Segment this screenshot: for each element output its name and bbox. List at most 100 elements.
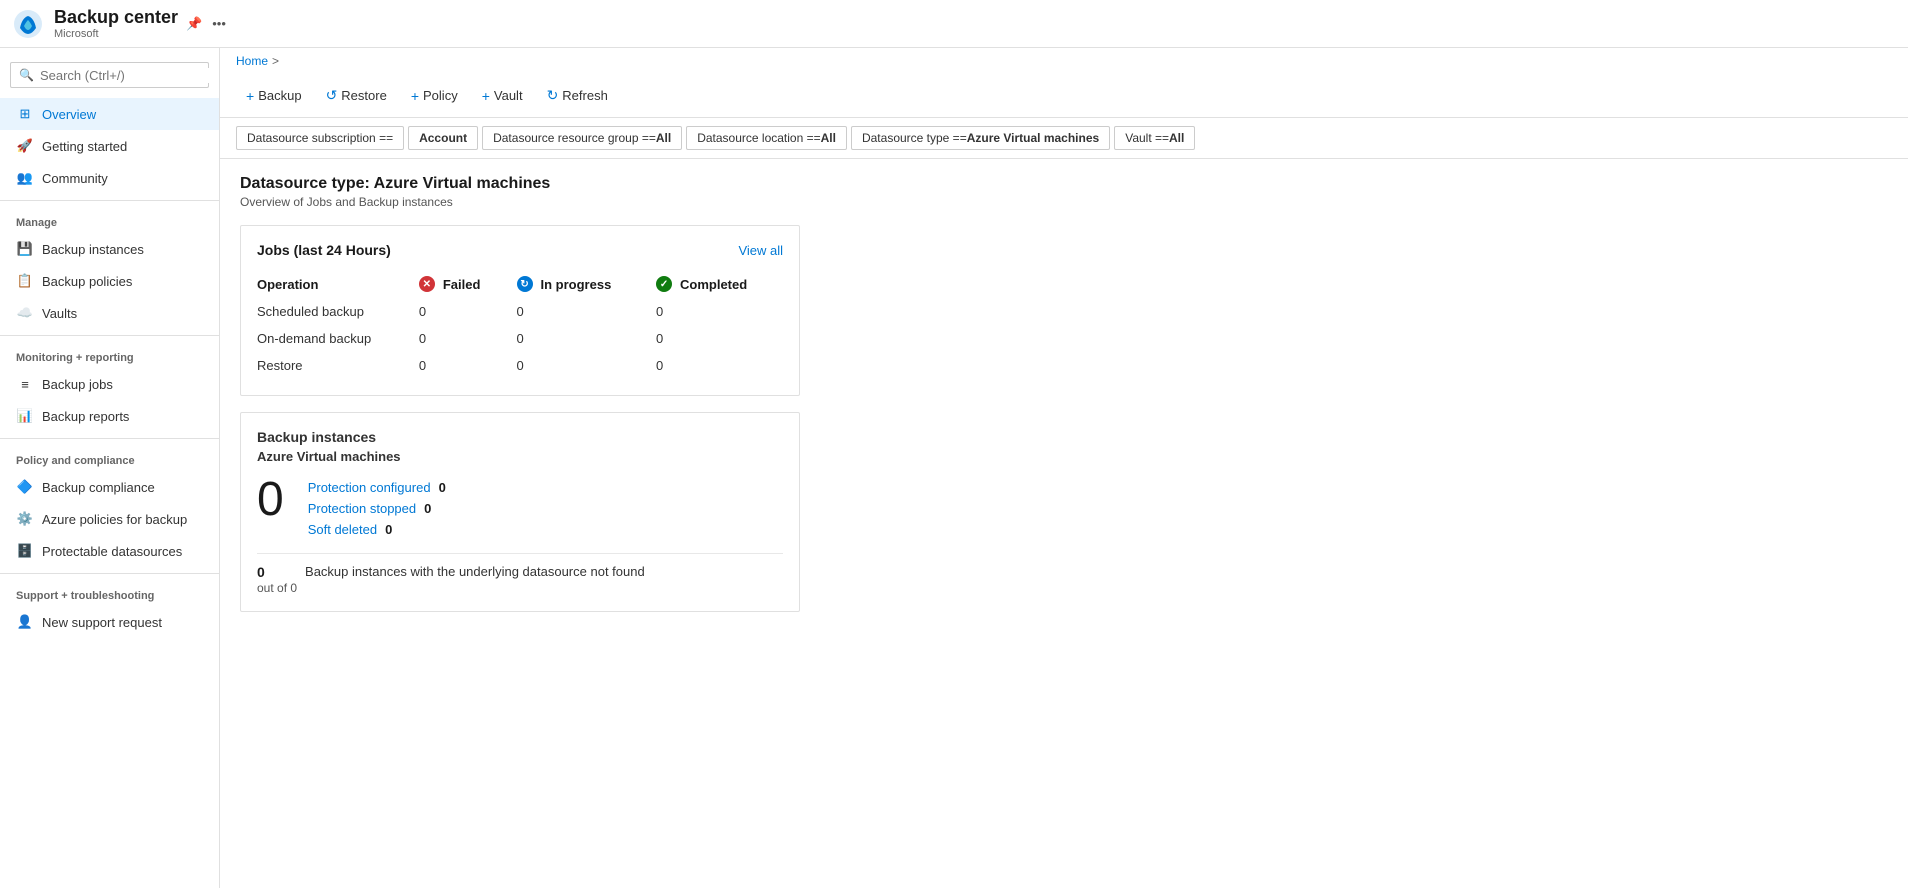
filter-bar: Datasource subscription == Account Datas… [220, 118, 1908, 159]
app-subtitle: Microsoft [54, 28, 178, 40]
app-title: Backup center [54, 7, 178, 29]
completed-header: ✓ Completed [656, 276, 775, 292]
top-header: Backup center Microsoft 📌 ••• [0, 0, 1908, 48]
sidebar-divider [0, 573, 219, 574]
bi-stat-row: Soft deleted 0 [308, 522, 446, 537]
filter-account-value: Account [419, 131, 467, 145]
vault-button[interactable]: + Vault [472, 83, 533, 109]
jobs-card-header: Jobs (last 24 Hours) View all [257, 242, 783, 258]
sidebar-item-backup-policies[interactable]: 📋Backup policies [0, 265, 219, 297]
jobs-cell-operation: Restore [257, 352, 411, 379]
bi-main: 0 Protection configured0Protection stopp… [257, 476, 783, 537]
filter-datasourcetype[interactable]: Datasource type == Azure Virtual machine… [851, 126, 1110, 150]
sidebar-item-backup-reports[interactable]: 📊Backup reports [0, 400, 219, 432]
jobs-cell-failed: 0 [411, 325, 509, 352]
bi-stat-label[interactable]: Protection configured [308, 480, 431, 495]
jobs-cell-completed: 0 [648, 298, 783, 325]
sidebar-items-container: ⊞Overview 🚀 Getting started 👥 Community Manag… [0, 98, 219, 638]
jobs-table-row: Scheduled backup000 [257, 298, 783, 325]
breadcrumb-separator: > [272, 54, 279, 68]
filter-subscription[interactable]: Datasource subscription == [236, 126, 404, 150]
inprogress-icon: ↻ [517, 276, 533, 292]
jobs-cell-failed: 0 [411, 298, 509, 325]
bi-big-number: 0 [257, 476, 284, 524]
jobs-cell-in_progress: 0 [509, 352, 649, 379]
sidebar-item-backup-jobs[interactable]: ≡Backup jobs [0, 368, 219, 400]
azure-policies-icon: ⚙️ [16, 510, 34, 528]
backup-button[interactable]: + Backup [236, 83, 312, 109]
inprogress-header: ↻ In progress [517, 276, 641, 292]
filter-vault[interactable]: Vault == All [1114, 126, 1195, 150]
main-layout: 🔍 « ⊞Overview 🚀 Getting started 👥 Community M… [0, 48, 1908, 888]
view-all-link[interactable]: View all [738, 243, 783, 258]
sidebar-item-backup-compliance[interactable]: 🔷Backup compliance [0, 471, 219, 503]
sidebar-item-label-azure-policies: Azure policies for backup [42, 512, 187, 527]
filter-location[interactable]: Datasource location == All [686, 126, 847, 150]
restore-icon: ↺ [326, 87, 338, 104]
page-subtitle: Overview of Jobs and Backup instances [240, 195, 1888, 209]
sidebar-item-overview[interactable]: ⊞Overview [0, 98, 219, 130]
more-icon[interactable]: ••• [212, 16, 226, 32]
bi-footer-count: 0 out of 0 [257, 564, 297, 595]
community-icon: 👥 [16, 169, 34, 187]
failed-icon: ✕ [419, 276, 435, 292]
filter-location-value: All [821, 131, 836, 145]
restore-button[interactable]: ↺ Restore [316, 82, 397, 109]
getting-started-icon: 🚀 [16, 137, 34, 155]
jobs-table-body: Scheduled backup000On-demand backup000Re… [257, 298, 783, 379]
vaults-icon: ☁️ [16, 304, 34, 322]
refresh-button[interactable]: ↻ Refresh [537, 82, 618, 109]
new-support-icon: 👤 [16, 613, 34, 631]
content-area: Home > + Backup ↺ Restore + Policy + Vau… [220, 48, 1908, 888]
bi-stat-row: Protection configured0 [308, 480, 446, 495]
sidebar-item-label-backup-compliance: Backup compliance [42, 480, 155, 495]
sidebar-section-manage: Manage [0, 207, 219, 233]
sidebar-item-community[interactable]: 👥 Community [0, 162, 219, 194]
sidebar-divider [0, 335, 219, 336]
jobs-card-title: Jobs (last 24 Hours) [257, 242, 391, 258]
vault-plus-icon: + [482, 88, 490, 104]
refresh-icon: ↻ [547, 87, 559, 104]
sidebar-item-label-backup-jobs: Backup jobs [42, 377, 113, 392]
overview-icon: ⊞ [16, 105, 34, 123]
sidebar-item-new-support[interactable]: 👤New support request [0, 606, 219, 638]
filter-resourcegroup[interactable]: Datasource resource group == All [482, 126, 682, 150]
sidebar-item-label-backup-instances: Backup instances [42, 242, 144, 257]
sidebar-item-azure-policies[interactable]: ⚙️ Azure policies for backup [0, 503, 219, 535]
filter-resourcegroup-value: All [656, 131, 671, 145]
app-title-block: Backup center Microsoft [54, 7, 178, 41]
sidebar-item-label-vaults: Vaults [42, 306, 77, 321]
bi-stat-label[interactable]: Soft deleted [308, 522, 377, 537]
col-operation: Operation [257, 270, 411, 298]
sidebar-divider [0, 200, 219, 201]
jobs-table: Operation ✕ Failed ↻ In progress [257, 270, 783, 379]
sidebar-item-vaults[interactable]: ☁️ Vaults [0, 297, 219, 329]
sidebar-item-backup-instances[interactable]: 💾Backup instances [0, 233, 219, 265]
sidebar-search-container[interactable]: 🔍 « [10, 62, 209, 88]
sidebar-item-label-getting-started: Getting started [42, 139, 127, 154]
sidebar-item-label-community: Community [42, 171, 108, 186]
app-icon [12, 8, 44, 40]
filter-account[interactable]: Account [408, 126, 478, 150]
breadcrumb-home[interactable]: Home [236, 54, 268, 68]
sidebar: 🔍 « ⊞Overview 🚀 Getting started 👥 Community M… [0, 48, 220, 888]
search-input[interactable] [40, 68, 216, 83]
filter-subscription-label: Datasource subscription == [247, 131, 393, 145]
sidebar-item-getting-started[interactable]: 🚀 Getting started [0, 130, 219, 162]
bi-footer: 0 out of 0 Backup instances with the und… [257, 553, 783, 595]
jobs-cell-operation: Scheduled backup [257, 298, 411, 325]
filter-datasourcetype-value: Azure Virtual machines [967, 131, 1100, 145]
header-icons[interactable]: 📌 ••• [186, 16, 226, 32]
filter-resourcegroup-label: Datasource resource group == [493, 131, 656, 145]
toolbar: + Backup ↺ Restore + Policy + Vault ↻ Re… [220, 74, 1908, 118]
breadcrumb: Home > [220, 48, 1908, 74]
jobs-cell-failed: 0 [411, 352, 509, 379]
policy-button[interactable]: + Policy [401, 83, 468, 109]
pin-icon[interactable]: 📌 [186, 16, 202, 32]
bi-stat-label[interactable]: Protection stopped [308, 501, 416, 516]
sidebar-item-protectable-datasources[interactable]: 🗄️ Protectable datasources [0, 535, 219, 567]
protectable-datasources-icon: 🗄️ [16, 542, 34, 560]
sidebar-item-label-protectable-datasources: Protectable datasources [42, 544, 182, 559]
bi-footer-description: Backup instances with the underlying dat… [305, 564, 645, 595]
bi-stat-value: 0 [385, 522, 392, 537]
